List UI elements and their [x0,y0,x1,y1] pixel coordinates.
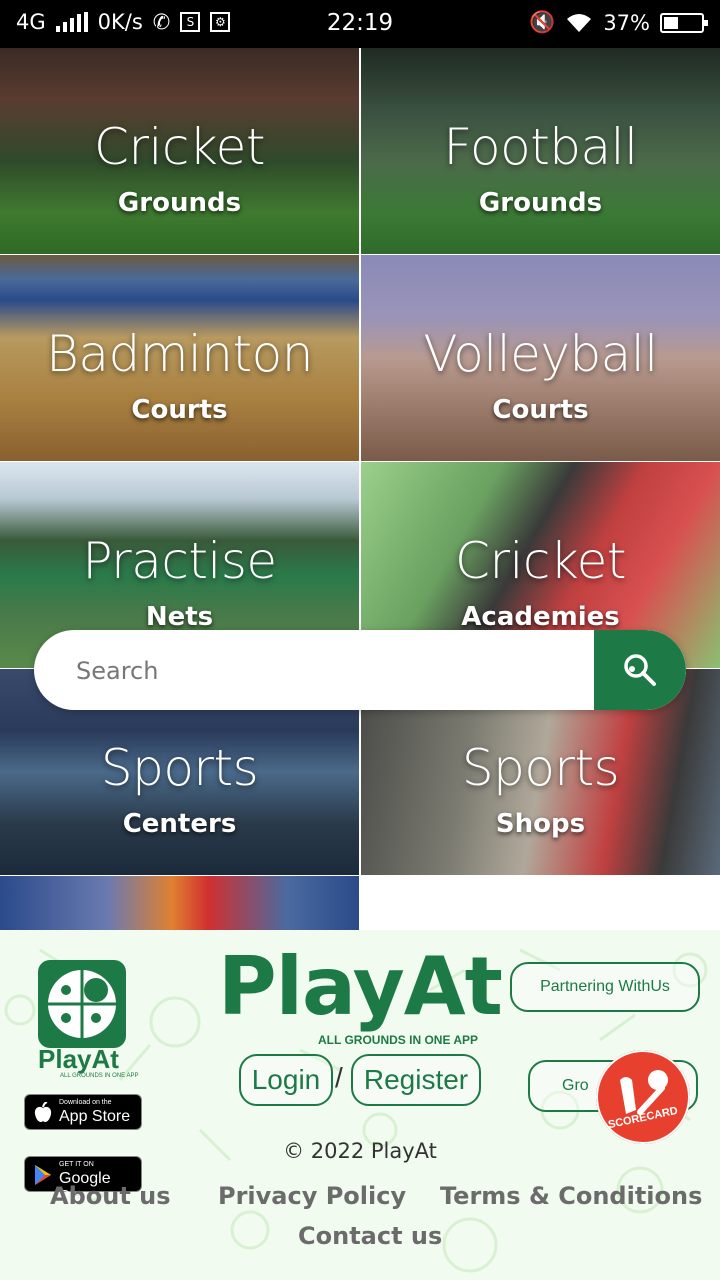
copyright: © 2022 PlayAt [283,1139,437,1163]
terms-link[interactable]: Terms & Conditions [440,1182,702,1210]
tile-volleyball-courts[interactable]: Volleyball Courts [361,255,720,461]
playat-logo-icon [48,970,116,1038]
logo-tagline: ALL GROUNDS IN ONE APP [60,1073,139,1079]
tile-football-grounds[interactable]: Football Grounds [361,48,720,254]
tile-title: Badminton [46,325,313,383]
privacy-link[interactable]: Privacy Policy [218,1182,406,1210]
battery-icon [660,12,708,33]
tile-subtitle: Centers [122,809,237,839]
app-logo [38,960,126,1048]
brand-title: PlayAt [218,940,503,1033]
tile-title: Volleyball [423,325,658,383]
tile-title: Cricket [455,532,626,590]
wifi-icon [567,13,592,32]
tile-subtitle: Grounds [478,188,603,218]
tile-subtitle: Courts [492,395,589,425]
search-input[interactable] [74,630,598,710]
tile-cricket-grounds[interactable]: Cricket Grounds [0,48,359,254]
tile-subtitle: Grounds [117,188,242,218]
status-bar: 4G 0K/s ✆ S ⚙ 22:19 🔇 37% [0,0,720,48]
search-icon [624,654,656,686]
tile-partial[interactable] [0,876,359,930]
app-store-badge[interactable]: Download on the App Store [24,1094,142,1130]
apple-icon [33,1101,53,1129]
login-button[interactable]: Login [239,1054,333,1106]
tile-title: Practise [82,532,277,590]
auth-separator: / [335,1062,343,1093]
logo-name: PlayAt [38,1044,119,1074]
battery-percent: 37% [603,10,650,35]
search-button[interactable] [594,630,686,710]
about-link[interactable]: About us [50,1182,171,1210]
tile-badminton-courts[interactable]: Badminton Courts [0,255,359,461]
tile-subtitle: Shops [495,809,586,839]
contact-link[interactable]: Contact us [298,1222,442,1250]
register-button[interactable]: Register [351,1054,481,1106]
tile-title: Sports [100,739,259,797]
app-store-label: App Store [59,1108,131,1125]
tile-subtitle: Nets [145,602,214,632]
app-store-small-text: Download on the [59,1099,112,1106]
footer: PlayAt ALL GROUNDS IN ONE APP Download o… [0,930,720,1280]
tile-title: Cricket [94,118,265,176]
mute-icon: 🔇 [529,10,556,34]
scorecard-button[interactable]: SCORECARD [596,1050,690,1144]
tile-title: Football [443,118,638,176]
tile-title: Sports [461,739,620,797]
partner-button[interactable]: Partnering WithUs [510,962,700,1012]
tile-subtitle: Academies [461,602,620,632]
search-bar [34,630,686,710]
brand-tagline: ALL GROUNDS IN ONE APP [318,1033,479,1047]
tile-subtitle: Courts [131,395,228,425]
